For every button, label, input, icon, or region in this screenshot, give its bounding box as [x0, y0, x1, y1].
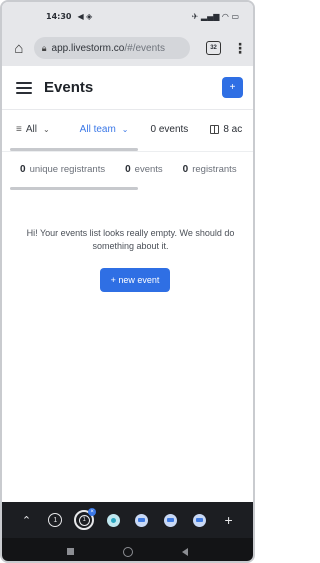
stat-value: 0 — [20, 164, 26, 175]
home-icon[interactable]: ⌂ — [8, 37, 30, 59]
tab-icon-inner: 1 — [78, 514, 90, 526]
status-right-icons: ✈ ▂▄▆ ◠ ▭ — [191, 11, 239, 21]
address-bar[interactable]: 🔒︎ app.livestorm.co/#/events — [33, 37, 191, 59]
columns-label: 8 ac — [223, 123, 243, 135]
recents-icon[interactable] — [66, 548, 74, 555]
tab-item[interactable] — [185, 513, 214, 527]
close-tab-icon[interactable]: × — [88, 508, 97, 516]
site-favicon-icon — [135, 513, 149, 527]
empty-state-message: Hi! Your events list looks really empty.… — [26, 228, 235, 251]
tab-item[interactable] — [128, 513, 157, 527]
status-filter-value: All — [25, 123, 37, 135]
filters-bar: ≡ All ⌄ All team ⌄ 0 events 8 ac — [2, 110, 253, 148]
active-tab-item[interactable]: 1 × — [70, 508, 99, 530]
stat-label: registrants — [192, 164, 237, 175]
chevron-up-icon[interactable]: ⌃ — [12, 514, 41, 527]
stat-label: events — [134, 164, 163, 175]
url-host: app.livestorm.co — [51, 42, 125, 54]
status-filter-dropdown[interactable]: ≡ All ⌄ — [16, 124, 50, 135]
filter-icon: ≡ — [16, 123, 22, 135]
system-navigation-bar — [2, 538, 253, 561]
tab-item[interactable] — [156, 513, 185, 527]
site-favicon-icon — [164, 513, 178, 527]
stat-events: 0 events — [125, 164, 163, 175]
browser-tab-bar: ⌃ 1 1 × + — [2, 502, 253, 538]
active-tab-icon: 1 × — [74, 508, 97, 530]
tab-switcher-button[interactable]: 32 — [206, 41, 221, 55]
browser-toolbar: ⌂ 🔒︎ app.livestorm.co/#/events 32 ⋮ — [2, 30, 253, 66]
site-favicon-icon — [106, 513, 120, 527]
columns-icon — [210, 124, 220, 134]
tab-group-item[interactable]: 1 — [41, 513, 70, 527]
stat-label: unique registrants — [29, 164, 106, 175]
new-tab-plus-icon[interactable]: + — [214, 512, 243, 528]
chevron-down-icon: ⌄ — [121, 124, 129, 134]
phone-screen: 14:30 ◀ ◈ ✈ ▂▄▆ ◠ ▭ ⌂ 🔒︎ app.livestorm.c… — [0, 0, 255, 563]
stat-value: 0 — [125, 164, 131, 175]
team-filter-value: All team — [79, 123, 116, 135]
columns-button[interactable]: 8 ac — [210, 124, 242, 135]
site-favicon-icon — [193, 513, 207, 527]
app-header: Events + — [2, 66, 253, 110]
stat-registrants: 0 registrants — [183, 164, 237, 175]
notification-icons: ◀ ◈ — [77, 11, 93, 21]
events-count: 0 events — [150, 123, 189, 135]
page-title: Events — [44, 79, 94, 96]
stats-bar: 0 unique registrants 0 events 0 registra… — [2, 151, 253, 187]
tab-item[interactable] — [99, 513, 128, 527]
status-time: 14:30 — [46, 11, 72, 21]
home-button-icon[interactable] — [122, 546, 133, 557]
lock-icon: 🔒︎ — [41, 42, 47, 53]
add-event-button[interactable]: + — [222, 77, 243, 98]
tab-icon: 1 — [48, 513, 63, 527]
new-event-button[interactable]: + new event — [100, 268, 170, 292]
stat-unique-registrants: 0 unique registrants — [20, 164, 105, 175]
back-icon[interactable] — [182, 547, 189, 556]
horizontal-scrollbar[interactable] — [10, 187, 138, 190]
url-path: /#/events — [124, 42, 165, 54]
stat-value: 0 — [182, 164, 189, 175]
browser-menu-icon[interactable]: ⋮ — [233, 40, 247, 57]
status-bar: 14:30 ◀ ◈ ✈ ▂▄▆ ◠ ▭ — [2, 2, 253, 30]
team-filter-dropdown[interactable]: All team ⌄ — [80, 124, 129, 135]
chevron-down-icon: ⌄ — [42, 124, 50, 134]
hamburger-menu-icon[interactable] — [16, 81, 32, 94]
